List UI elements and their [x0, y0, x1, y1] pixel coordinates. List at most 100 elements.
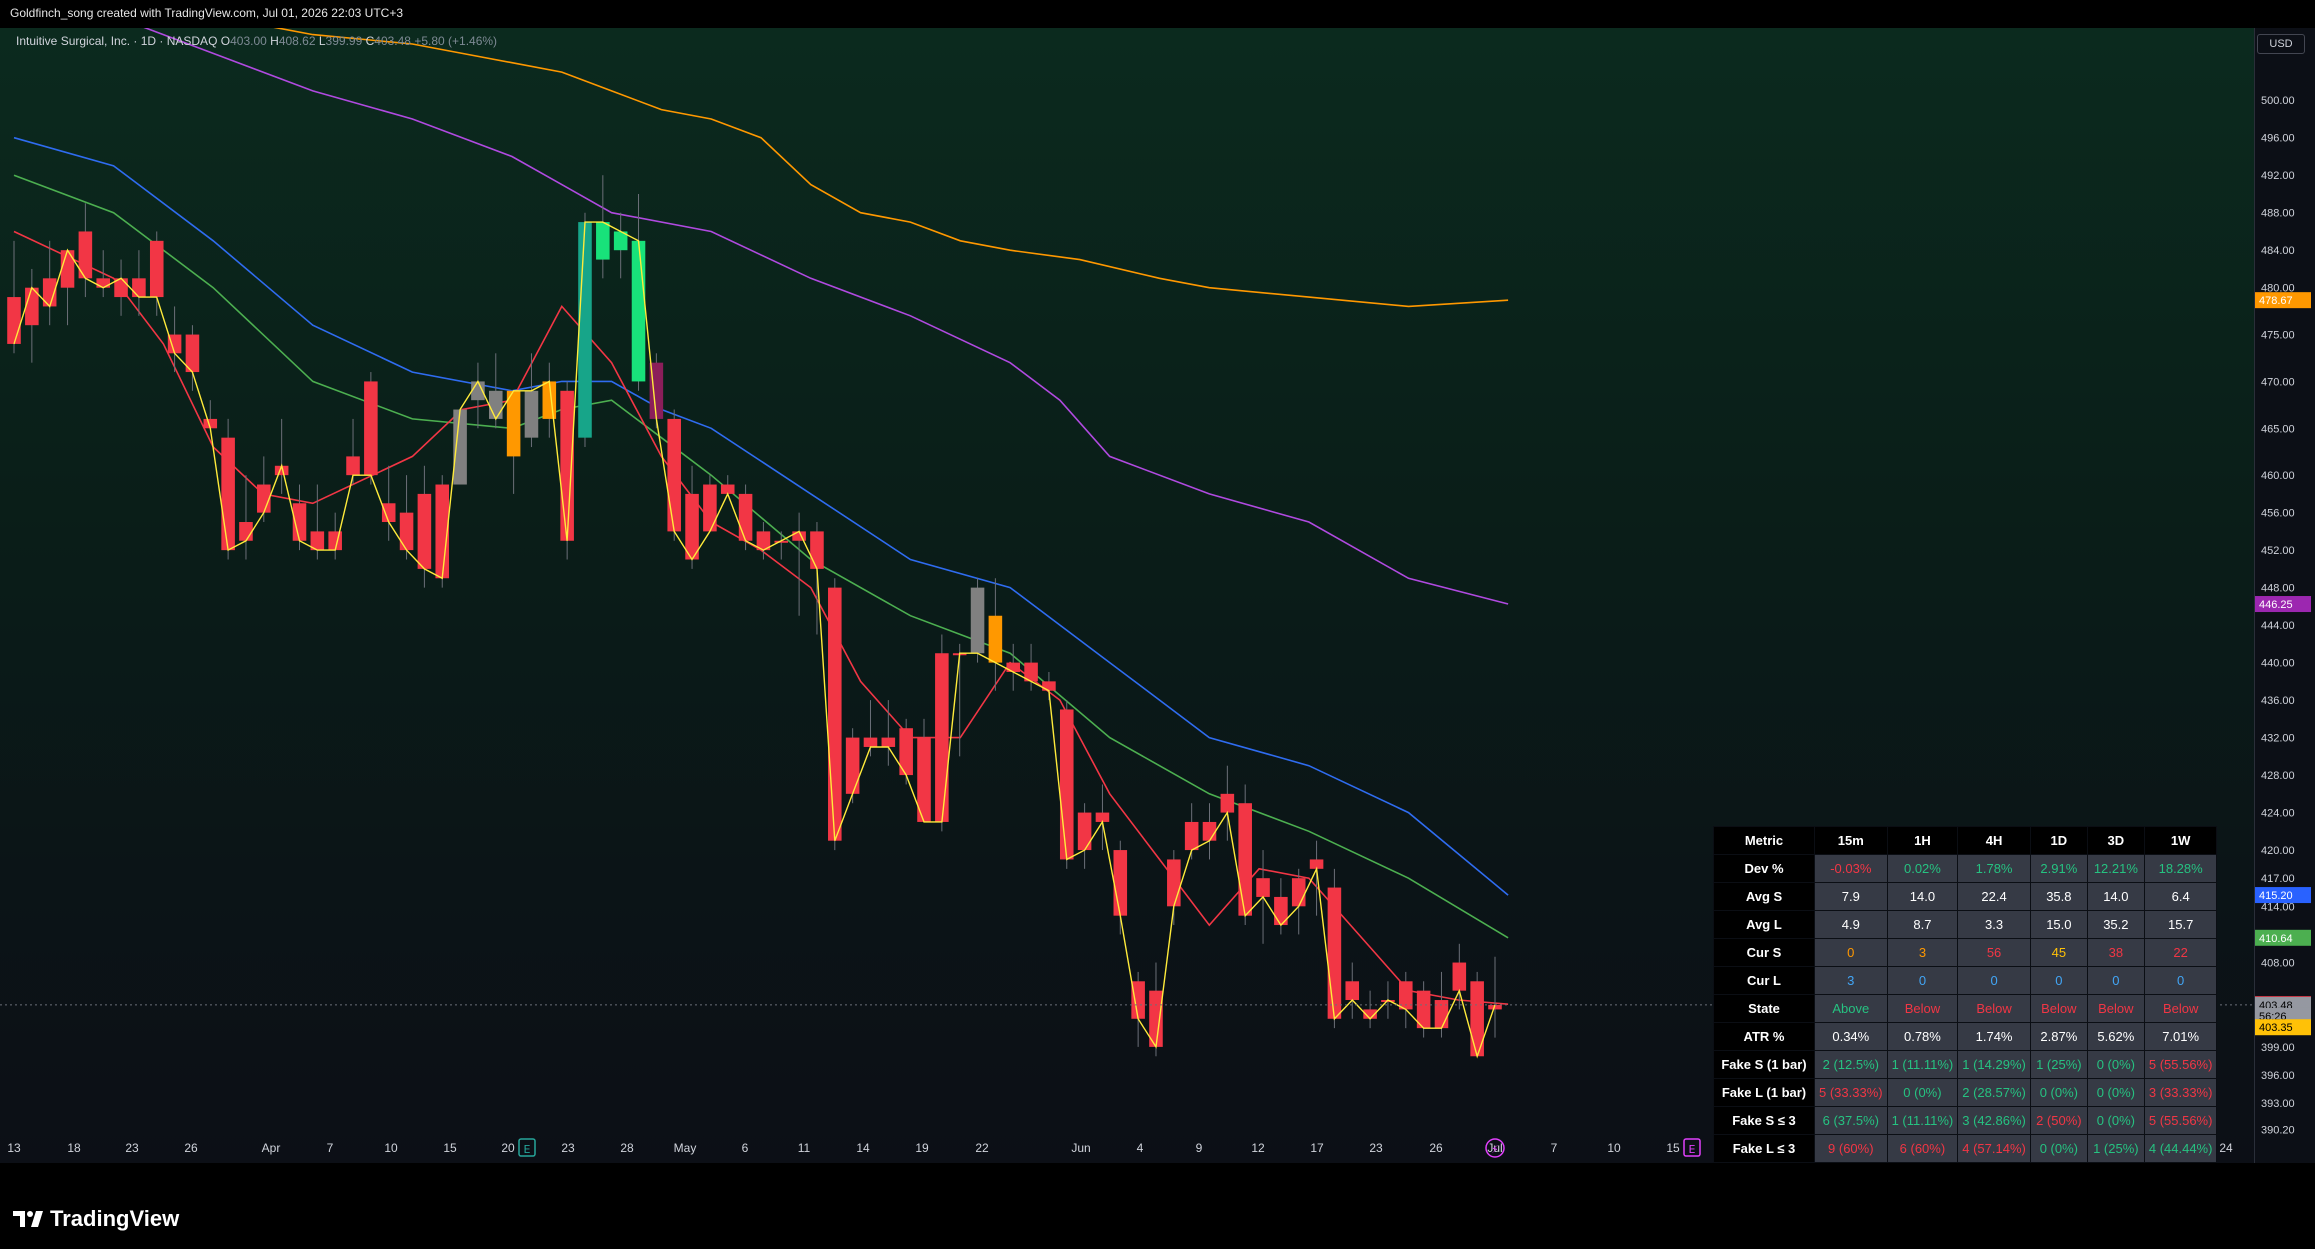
symbol-legend: Intuitive Surgical, Inc. · 1D · NASDAQ O…	[16, 34, 497, 48]
metric-value: 35.2	[2086, 910, 2145, 939]
metric-value: 0.78%	[1886, 1022, 1959, 1051]
x-tick-label: 23	[1369, 1141, 1383, 1155]
candle-body	[7, 297, 21, 344]
price-tick-label: 470.00	[2261, 376, 2295, 388]
tradingview-logo-icon[interactable]	[12, 1210, 48, 1228]
candle-body	[881, 737, 896, 747]
price-axis[interactable]: 500.00 496.00 492.00 488.00 484.00 480.00 475.…	[2254, 28, 2315, 1163]
metric-value: Below	[1886, 994, 1959, 1023]
metric-header: Metric	[1713, 826, 1815, 855]
price-label-text: 410.64	[2259, 933, 2293, 945]
metric-value: 5 (55.56%)	[2143, 1106, 2218, 1135]
candle	[881, 700, 896, 766]
x-tick-label: 4	[1137, 1141, 1144, 1155]
price-label: 478.67	[2255, 292, 2311, 309]
candle-body	[1167, 859, 1181, 907]
metric-value: 0 (0%)	[2029, 1134, 2088, 1163]
timeframe-header: 1D	[2029, 826, 2088, 855]
candle-body	[1256, 878, 1270, 897]
metric-value: 1 (25%)	[2029, 1050, 2088, 1079]
candle	[774, 531, 789, 560]
metric-label: Fake L (1 bar)	[1713, 1078, 1815, 1107]
x-tick-label: 11	[798, 1141, 811, 1155]
metric-value: 6 (37.5%)	[1814, 1106, 1888, 1135]
x-tick-label: 13	[7, 1141, 21, 1155]
marker-glyph: ⚡	[1491, 1143, 1499, 1156]
candle	[1363, 990, 1377, 1029]
price-tick-label: 436.00	[2261, 695, 2295, 707]
tradingview-logo-text[interactable]: TradingView	[50, 1206, 179, 1232]
candle-body	[1042, 681, 1056, 691]
metric-value: 56	[1957, 938, 2031, 967]
close-value: 403.48	[374, 34, 411, 48]
metric-value: Below	[1957, 994, 2031, 1023]
metrics-row: Avg L 4.9 8.7 3.3 15.0 35.2 15.7	[1713, 910, 2218, 939]
metrics-row: Cur S 0 3 56 45 38 22	[1713, 938, 2218, 967]
metric-value: -0.03%	[1814, 854, 1888, 883]
candle	[578, 212, 592, 448]
price-tick-label: 428.00	[2261, 770, 2295, 782]
metric-value: 4 (44.44%)	[2143, 1134, 2218, 1163]
metric-value: 7.01%	[2143, 1022, 2218, 1051]
metric-value: 2.91%	[2029, 854, 2088, 883]
candle-body	[988, 615, 1003, 663]
metric-value: 1 (14.29%)	[1957, 1050, 2031, 1079]
x-tick-label: 15	[1666, 1141, 1680, 1155]
metric-value: 0 (0%)	[2086, 1078, 2145, 1107]
candle-body	[1077, 812, 1092, 851]
metrics-table: Metric 15m 1H 4H 1D 3D 1W Dev % -0.03% 0.02% 1.78…	[1713, 826, 2218, 1163]
metric-value: 5.62%	[2086, 1022, 2145, 1051]
metrics-row: Avg S 7.9 14.0 22.4 35.8 14.0 6.4	[1713, 882, 2218, 911]
price-label: 446.25	[2255, 596, 2311, 613]
high-label: H	[270, 34, 279, 48]
candle-body	[863, 737, 878, 747]
candle	[1202, 803, 1217, 860]
candle-body	[596, 222, 610, 260]
candle	[917, 718, 931, 822]
metric-label: Fake S (1 bar)	[1713, 1050, 1815, 1079]
price-tick-label: 488.00	[2261, 208, 2295, 220]
x-tick-label: 28	[620, 1141, 634, 1155]
price-tick-label: 420.00	[2261, 845, 2295, 857]
metric-value: 0	[1814, 938, 1888, 967]
candle-body	[1345, 981, 1360, 1001]
metric-value: 0	[1886, 966, 1959, 995]
metric-value: 22.4	[1957, 882, 2031, 911]
metric-value: 18.28%	[2143, 854, 2218, 883]
candle	[1416, 981, 1431, 1038]
candle	[1095, 784, 1110, 851]
candle-body	[1184, 821, 1199, 851]
price-tick-label: 399.00	[2261, 1042, 2295, 1054]
candle	[399, 475, 414, 560]
candle-body	[828, 587, 842, 841]
open-label: O	[220, 34, 231, 48]
metric-value: Below	[2086, 994, 2145, 1023]
candle	[1006, 643, 1021, 691]
metric-value: 5 (55.56%)	[2143, 1050, 2218, 1079]
metric-value: 1 (25%)	[2086, 1134, 2145, 1163]
candle-body	[970, 587, 985, 654]
currency-button[interactable]: USD	[2257, 34, 2305, 54]
x-tick-label: 17	[1310, 1141, 1324, 1155]
candle-body	[1059, 709, 1074, 860]
metric-value: 22	[2143, 938, 2218, 967]
candle-body	[810, 531, 824, 569]
x-tick-label: 14	[856, 1141, 870, 1155]
orange-band-line	[273, 28, 1509, 308]
x-tick-label: 9	[1196, 1141, 1203, 1155]
candle-body	[935, 653, 949, 822]
candle-body	[381, 503, 396, 523]
metric-value: 0.02%	[1886, 854, 1959, 883]
x-tick-label: 6	[742, 1141, 749, 1155]
candle-body	[239, 522, 253, 541]
metrics-row: Dev % -0.03% 0.02% 1.78% 2.91% 12.21% 18.28%	[1713, 854, 2218, 883]
price-tick-label: 460.00	[2261, 470, 2295, 482]
price-label-text: 403.35	[2259, 1022, 2293, 1034]
candle-body	[685, 493, 699, 560]
candle-body	[453, 409, 467, 485]
metric-value: 14.0	[1886, 882, 1959, 911]
top-bar: Goldfinch_song created with TradingView.…	[0, 0, 2315, 28]
x-tick-label: 26	[184, 1141, 198, 1155]
metric-label: Fake L ≤ 3	[1713, 1134, 1815, 1163]
candle	[685, 465, 699, 569]
